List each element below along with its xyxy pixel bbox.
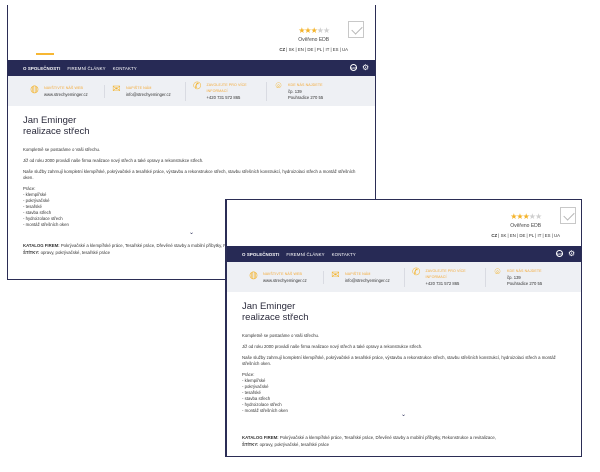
contact-label: ZAVOLEJTE PRO VÍCE INFORMACÍ [425, 268, 466, 279]
contact-address[interactable]: ⌾ KDE NÁS NAJDETE čp. 139 Pouhradice 270 … [266, 80, 347, 101]
phone-icon: ✆ [193, 80, 202, 92]
contact-label: NAPIŠTE NÁM [126, 85, 152, 90]
lang-sk[interactable]: SK [289, 47, 295, 52]
about-p3: Naše služby zahrnují kompletní klempířsk… [242, 355, 556, 366]
main-nav: O SPOLEČNOSTI FIREMNÍ ČLÁNKY KONTAKTY ED… [227, 246, 581, 262]
verified-label: Ověřeno EDB [510, 223, 542, 229]
lang-de[interactable]: DE [519, 233, 525, 238]
lang-es[interactable]: ES [333, 47, 339, 52]
contact-web[interactable]: ◍ NAVŠTIVTE NÁŠ WEB www.strechyeminger.cz [242, 269, 323, 284]
page-window-front: ★★★★★ Ověřeno EDB CZ | SK | EN | DE | PL… [225, 199, 582, 457]
settings-icon[interactable]: ⚙ [568, 250, 575, 258]
top-header: ★★★★★ Ověřeno EDB CZ | SK | EN | DE | PL… [227, 200, 581, 246]
mail-icon: ✉ [112, 83, 121, 95]
contact-value: www.strechyeminger.cz [263, 277, 307, 283]
lang-cz[interactable]: CZ [279, 47, 285, 52]
contact-address[interactable]: ⌾ KDE NÁS NAJDETE čp. 139 Pouhradice 270 … [485, 266, 566, 287]
nav-articles[interactable]: FIREMNÍ ČLÁNKY [286, 252, 324, 257]
globe-icon: ◍ [249, 269, 258, 281]
lang-en[interactable]: EN [510, 233, 516, 238]
top-header: ★★★★★ Ověřeno EDB CZ | SK | EN | DE | PL… [8, 5, 375, 60]
star-icon: ★ [322, 26, 330, 35]
contact-mail[interactable]: ✉ NAPIŠTE NÁM info@strechyeminger.cz [323, 269, 404, 284]
lang-ua[interactable]: UA [554, 233, 560, 238]
contact-mail[interactable]: ✉ NAPIŠTE NÁM info@strechyeminger.cz [104, 83, 185, 98]
nav-contacts[interactable]: KONTAKTY [113, 66, 137, 71]
about-p2: Již od roku 2000 provádí naše firma real… [23, 158, 204, 163]
lang-de[interactable]: DE [307, 47, 313, 52]
edb-icon[interactable]: EDB [350, 64, 357, 71]
company-name: Jan Eminger realizace střech [242, 301, 309, 323]
star-rating: ★★★★★ [279, 27, 348, 35]
lang-pl[interactable]: PL [317, 47, 322, 52]
lang-en[interactable]: EN [298, 47, 304, 52]
contact-value: čp. 139 Pouhradice 270 55 [507, 274, 543, 286]
lang-es[interactable]: ES [545, 233, 551, 238]
about-p3: Naše služby zahrnují kompletní klempířsk… [23, 169, 356, 180]
about-p1: Kompletně se postaráme o Vaši střechu. [242, 333, 320, 338]
catalog-categories[interactable]: Pokrývačské a klempířské práce, Tesařské… [280, 435, 496, 440]
edb-icon[interactable]: EDB [556, 250, 563, 257]
contact-value: www.strechyeminger.cz [44, 91, 88, 97]
contact-label: NAVŠTIVTE NÁŠ WEB [44, 85, 83, 90]
globe-icon: ◍ [30, 83, 39, 95]
mail-icon: ✉ [331, 269, 340, 281]
language-switcher: CZ | SK | EN | DE | PL | IT | ES | UA [491, 233, 560, 238]
contact-value: +420 731 572 865 [206, 94, 241, 100]
contact-phone[interactable]: ✆ ZAVOLEJTE PRO VÍCE INFORMACÍ +420 731 5… [185, 80, 266, 101]
catalog-line: KATALOG FIREM: Pokrývačské a klempířské … [242, 435, 497, 440]
contact-value: info@strechyeminger.cz [345, 277, 390, 283]
expand-chevron-icon[interactable]: ⌄ [401, 411, 406, 418]
logo-accent [36, 53, 54, 55]
about-content: Jan Eminger realizace střech Kompletně se… [227, 292, 581, 448]
contact-web[interactable]: ◍ NAVŠTIVTE NÁŠ WEB www.strechyeminger.cz [23, 83, 104, 98]
star-rating: ★★★★★ [491, 213, 560, 221]
location-pin-icon: ⌾ [275, 80, 282, 92]
contact-label: NAVŠTIVTE NÁŠ WEB [263, 271, 302, 276]
lang-cz[interactable]: CZ [491, 233, 497, 238]
labels-line: ŠTÍTKY: opravy, pokrývačské, tesařské pr… [242, 442, 330, 447]
star-icon: ★ [534, 212, 542, 221]
location-pin-icon: ⌾ [494, 266, 501, 278]
lang-pl[interactable]: PL [529, 233, 534, 238]
lang-it[interactable]: IT [538, 233, 542, 238]
verified-check-icon [560, 207, 576, 224]
label-tags[interactable]: opravy, pokrývačské, tesařské práce [260, 442, 329, 447]
about-p1: Kompletně se postaráme o Vaši střechu. [23, 147, 101, 152]
language-switcher: CZ | SK | EN | DE | PL | IT | ES | UA [279, 47, 348, 52]
nav-articles[interactable]: FIREMNÍ ČLÁNKY [67, 66, 105, 71]
contact-phone[interactable]: ✆ ZAVOLEJTE PRO VÍCE INFORMACÍ +420 731 5… [404, 266, 485, 287]
nav-about[interactable]: O SPOLEČNOSTI [23, 66, 60, 71]
contact-strip: ◍ NAVŠTIVTE NÁŠ WEB www.strechyeminger.cz… [227, 262, 581, 292]
lang-sk[interactable]: SK [501, 233, 507, 238]
label-tags[interactable]: opravy, pokrývačské, tesařské práce [41, 250, 110, 255]
expand-chevron-icon[interactable]: ⌄ [189, 229, 194, 236]
contact-value: info@strechyeminger.cz [126, 91, 171, 97]
lang-it[interactable]: IT [326, 47, 330, 52]
company-name: Jan Eminger realizace střech [23, 115, 90, 137]
nav-about[interactable]: O SPOLEČNOSTI [242, 252, 279, 257]
work-list: - klempířské - pokrývačské - tesařské - … [242, 378, 566, 414]
rating-block: ★★★★★ Ověřeno EDB CZ | SK | EN | DE | PL… [491, 207, 576, 238]
rating-block: ★★★★★ Ověřeno EDB CZ | SK | EN | DE | PL… [279, 21, 364, 52]
contact-value: +420 731 572 865 [425, 280, 460, 286]
main-nav: O SPOLEČNOSTI FIREMNÍ ČLÁNKY KONTAKTY ED… [8, 60, 375, 76]
lang-ua[interactable]: UA [342, 47, 348, 52]
contact-strip: ◍ NAVŠTIVTE NÁŠ WEB www.strechyeminger.cz… [8, 76, 375, 106]
contact-label: KDE NÁS NAJDETE [507, 268, 542, 273]
verified-check-icon [348, 21, 364, 38]
contact-label: ZAVOLEJTE PRO VÍCE INFORMACÍ [206, 82, 247, 93]
phone-icon: ✆ [412, 266, 421, 278]
about-p2: Již od roku 2000 provádí naše firma real… [242, 344, 423, 349]
verified-label: Ověřeno EDB [298, 37, 330, 43]
nav-contacts[interactable]: KONTAKTY [332, 252, 356, 257]
settings-icon[interactable]: ⚙ [362, 64, 369, 72]
contact-label: KDE NÁS NAJDETE [288, 82, 323, 87]
contact-value: čp. 139 Pouhradice 270 55 [288, 88, 324, 100]
contact-label: NAPIŠTE NÁM [345, 271, 371, 276]
